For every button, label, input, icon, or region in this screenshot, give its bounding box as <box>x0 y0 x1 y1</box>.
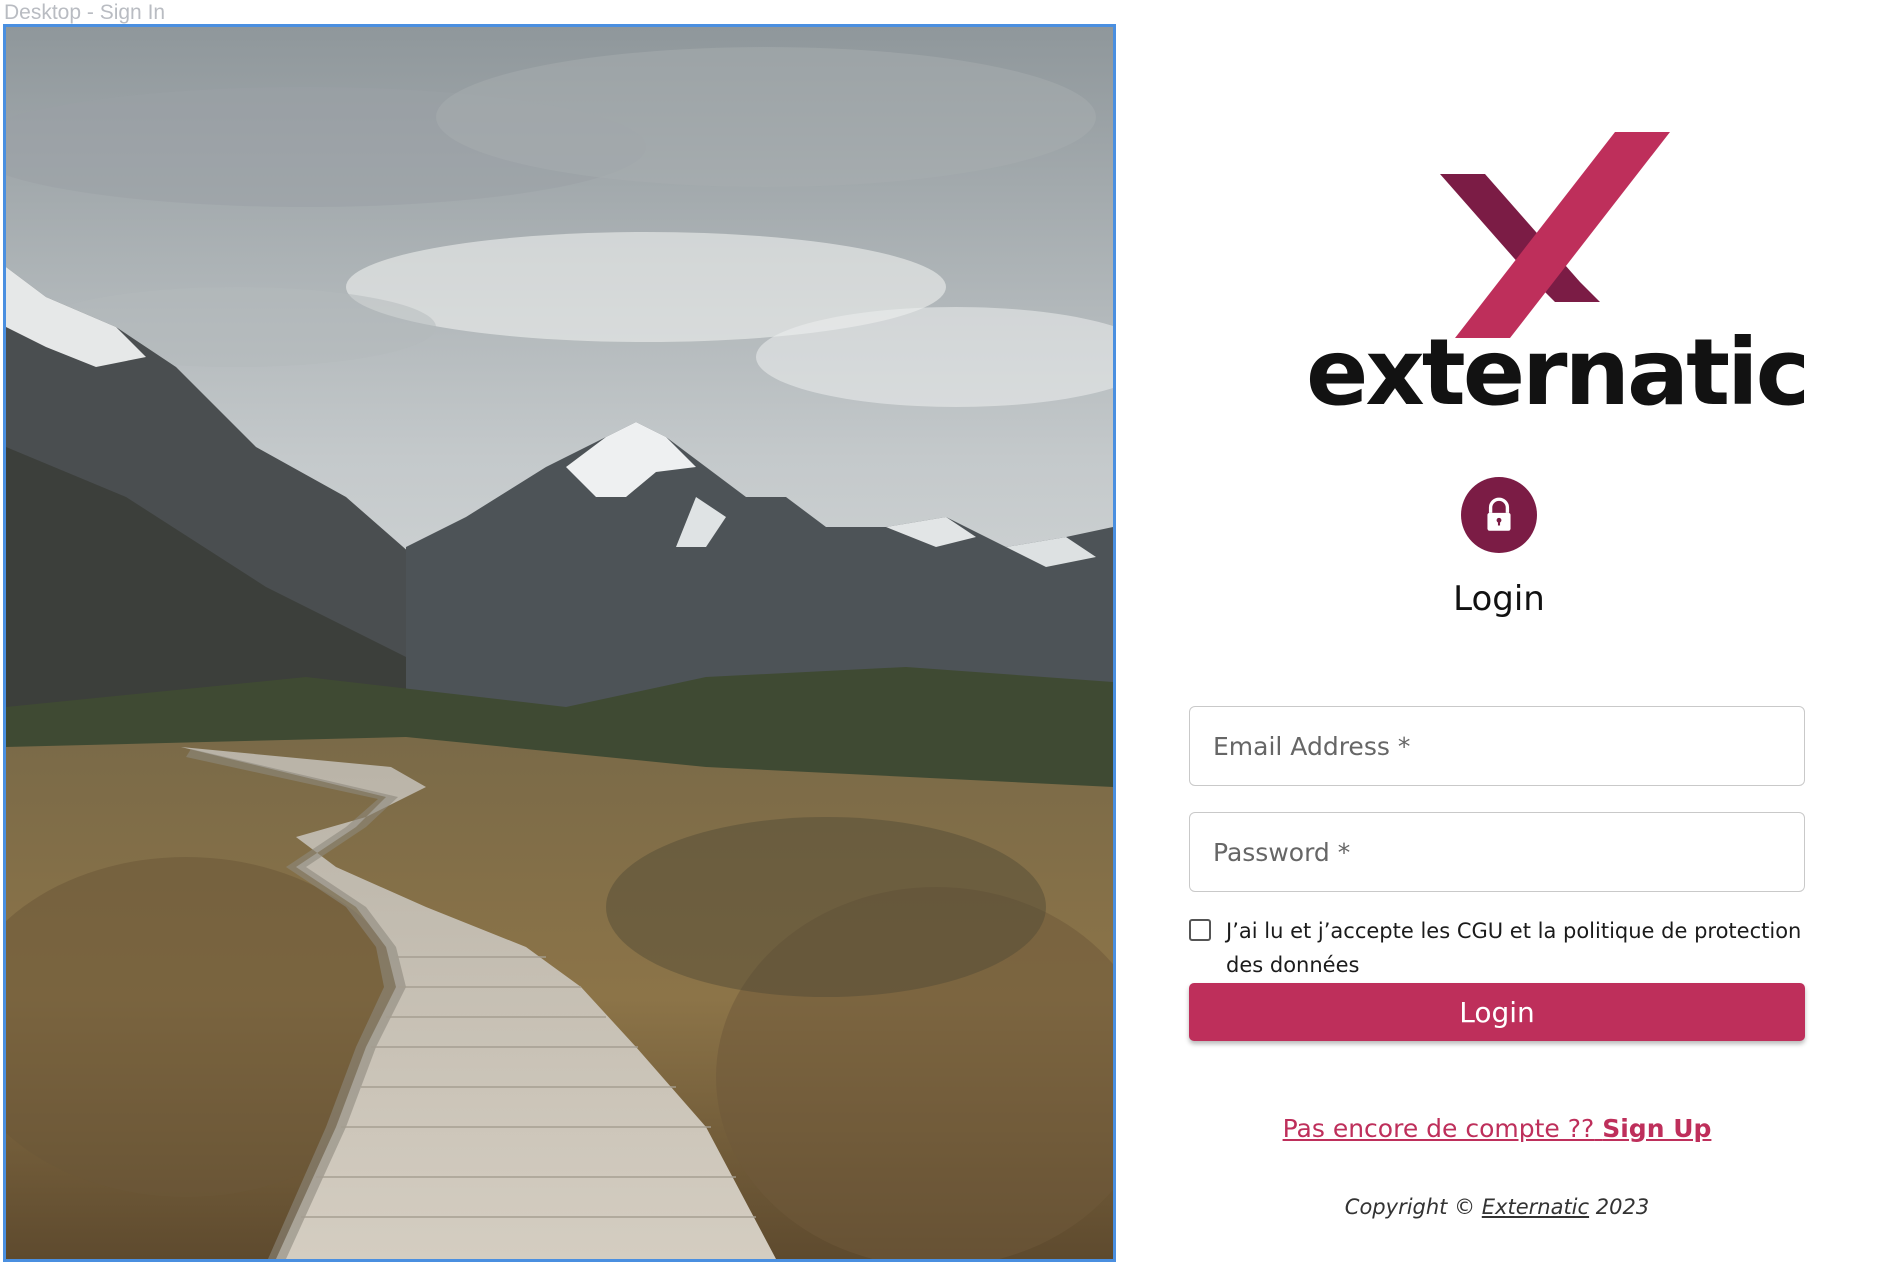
form-title: Login <box>1453 579 1545 619</box>
signup-link-label: Sign Up <box>1602 1114 1712 1143</box>
brand-logo-mark <box>1440 132 1730 338</box>
password-input[interactable] <box>1190 813 1804 891</box>
company-link[interactable]: Externatic <box>1482 1195 1589 1219</box>
brand-wordmark: externatic <box>1306 319 1810 426</box>
hero-photo <box>3 24 1116 1262</box>
consent-label[interactable]: J’ai lu et j’accepte les CGU et la polit… <box>1226 914 1806 982</box>
copyright-year: 2023 <box>1595 1195 1650 1219</box>
consent-row: J’ai lu et j’accepte les CGU et la polit… <box>1189 914 1809 984</box>
login-button[interactable]: Login <box>1189 983 1805 1041</box>
consent-checkbox[interactable] <box>1189 919 1211 941</box>
frame-title: Desktop - Sign In <box>4 1 166 24</box>
login-panel: externatic Login J’ai lu et j’accepte le… <box>1116 0 1880 1268</box>
email-field[interactable] <box>1189 706 1805 786</box>
copyright-prefix: Copyright © <box>1344 1195 1476 1219</box>
signup-prompt: Pas encore de compte ?? Sign Up <box>1189 1112 1805 1146</box>
password-field[interactable] <box>1189 812 1805 892</box>
lock-icon <box>1461 477 1537 553</box>
copyright: Copyright © Externatic 2023 <box>1189 1192 1805 1222</box>
signup-prompt-text: Pas encore de compte ?? <box>1282 1114 1595 1143</box>
email-input[interactable] <box>1190 707 1804 785</box>
signup-link[interactable]: Pas encore de compte ?? Sign Up <box>1283 1114 1712 1143</box>
